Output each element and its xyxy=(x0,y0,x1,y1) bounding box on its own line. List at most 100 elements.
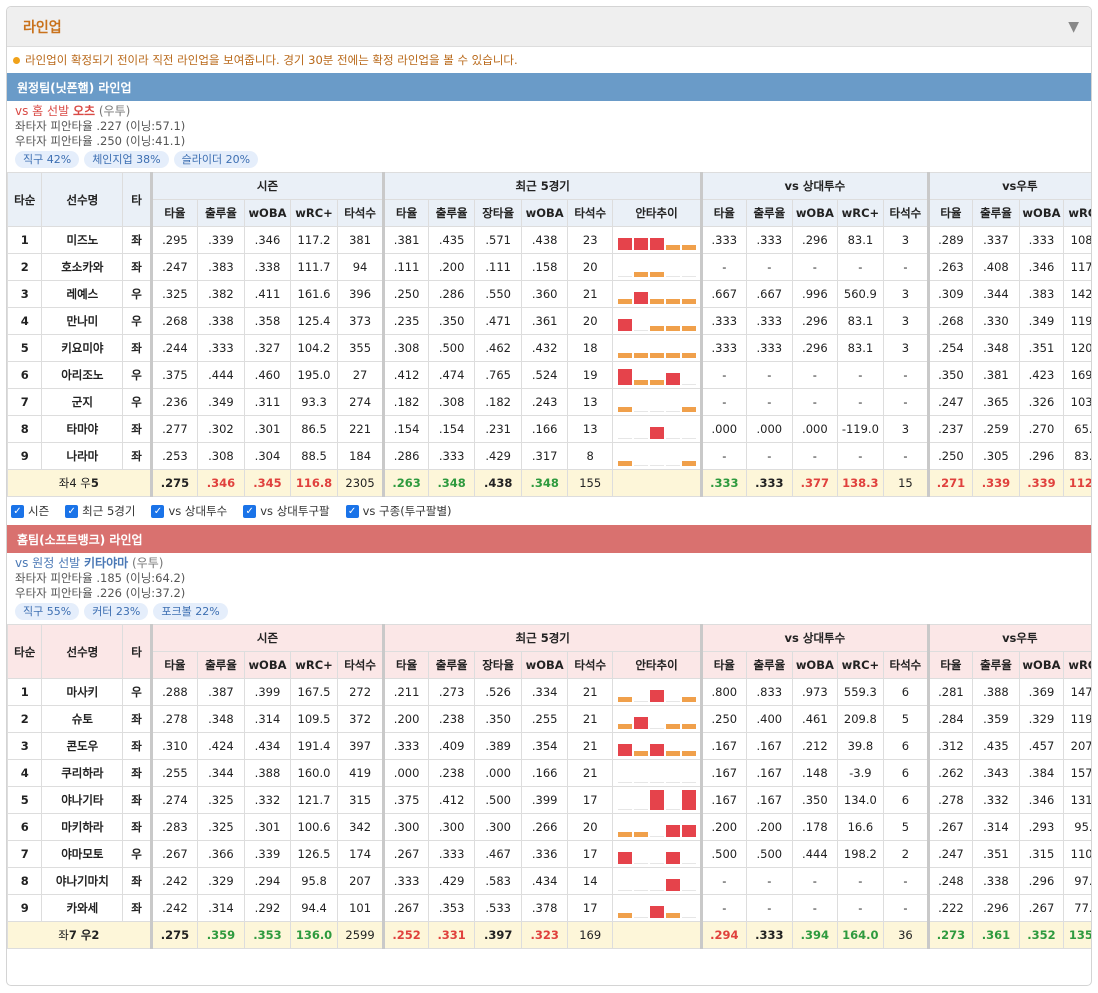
trend-bar xyxy=(617,461,632,466)
vs-hand-stat: .330 xyxy=(972,307,1020,335)
player-name[interactable]: 야마모토 xyxy=(41,840,124,868)
recent-stat: .182 xyxy=(382,388,429,416)
vs-hand-stat: .296 xyxy=(972,894,1020,922)
group-header: 시즌 xyxy=(149,172,385,200)
vs-pitcher-stat: .333 xyxy=(700,334,747,362)
checked-icon[interactable]: ✓ xyxy=(243,504,257,518)
lineup-header[interactable]: 라인업 ▼ xyxy=(7,7,1091,47)
player-name[interactable]: 슈토 xyxy=(41,705,124,733)
checked-icon[interactable]: ✓ xyxy=(151,504,165,518)
trend-bar xyxy=(681,724,696,729)
checked-icon[interactable]: ✓ xyxy=(345,504,359,518)
player-name[interactable]: 아리조노 xyxy=(41,361,124,389)
season-stat: .434 xyxy=(243,732,292,760)
total-stat: .438 xyxy=(474,469,522,497)
vs-hand-stat: .278 xyxy=(926,786,974,814)
recent-stat: 8 xyxy=(567,442,613,470)
filter-checkbox[interactable]: ✓ vs 구종(투구팔별) xyxy=(345,503,452,519)
bat-hand: 우 xyxy=(122,840,152,868)
filter-checkbox[interactable]: ✓ 최근 5경기 xyxy=(65,503,135,519)
player-name[interactable]: 마사키 xyxy=(41,678,124,706)
vs-hand-stat: .384 xyxy=(1018,759,1065,787)
vs-hand-stat: .381 xyxy=(972,361,1020,389)
starter-name[interactable]: 키타야마 xyxy=(84,556,128,570)
season-stat: .267 xyxy=(149,840,199,868)
season-stat: .278 xyxy=(149,705,199,733)
recent-stat: .158 xyxy=(520,253,569,281)
recent-stat: .235 xyxy=(382,307,429,335)
player-name[interactable]: 만나미 xyxy=(41,307,124,335)
bat-hand: 좌 xyxy=(122,813,152,841)
vs-hand-stat: .284 xyxy=(926,705,974,733)
vs-pitcher-stat: 5 xyxy=(883,705,929,733)
vs-pitcher-stat: .800 xyxy=(700,678,747,706)
season-stat: .358 xyxy=(243,307,292,335)
player-name[interactable]: 콘도우 xyxy=(41,732,124,760)
filter-checkbox[interactable]: ✓ 시즌 xyxy=(11,503,49,519)
col-header: 선수명 xyxy=(41,172,124,227)
player-name[interactable]: 야나기타 xyxy=(41,786,124,814)
season-stat: .411 xyxy=(243,280,292,308)
trend-bar xyxy=(617,809,632,810)
season-stat: .255 xyxy=(149,759,199,787)
collapse-triangle-icon[interactable]: ▼ xyxy=(1068,19,1079,35)
player-name[interactable]: 미즈노 xyxy=(41,226,124,254)
vs-pitcher-stat: - xyxy=(792,388,838,416)
recent-stat: .354 xyxy=(520,732,569,760)
player-name[interactable]: 키요미야 xyxy=(41,334,124,362)
season-stat: .295 xyxy=(149,226,199,254)
total-stat: .394 xyxy=(792,921,838,949)
trend-bar xyxy=(633,292,648,304)
table-row: 9 나라마 좌 .253.308.304 88.5 184.286.333.429.317… xyxy=(7,442,1091,470)
player-name[interactable]: 야나기마치 xyxy=(41,867,124,895)
player-name[interactable]: 카와세 xyxy=(41,894,124,922)
recent-stat: .243 xyxy=(520,388,569,416)
recent-stat: .267 xyxy=(382,840,429,868)
starter-name[interactable]: 오츠 xyxy=(73,104,95,118)
trend-bar xyxy=(681,276,696,277)
vs-pitcher-stat: 559.3 xyxy=(836,678,885,706)
trend-bar xyxy=(633,238,648,250)
vs-pitcher-stat: 6 xyxy=(883,678,929,706)
season-stat: 381 xyxy=(336,226,385,254)
player-name[interactable]: 레예스 xyxy=(41,280,124,308)
vs-pitcher-stat: - xyxy=(883,894,929,922)
recent-stat: .266 xyxy=(520,813,569,841)
vs-pitcher-stat: .167 xyxy=(700,759,747,787)
total-stat: .359 xyxy=(197,921,245,949)
recent-stat: .467 xyxy=(474,840,522,868)
checked-icon[interactable]: ✓ xyxy=(65,504,79,518)
sub-header: 타율 xyxy=(700,199,747,227)
season-stat: .244 xyxy=(149,334,199,362)
trend-empty xyxy=(611,469,703,497)
vs-pitcher-stat: .200 xyxy=(745,813,794,841)
vs-hand-stat: .267 xyxy=(1018,894,1065,922)
sub-header: wOBA xyxy=(520,199,569,227)
sub-header: 출루율 xyxy=(745,199,794,227)
vs-hand-stat: .457 xyxy=(1018,732,1065,760)
filter-checkbox[interactable]: ✓ vs 상대투구팔 xyxy=(243,503,330,519)
player-name[interactable]: 나라마 xyxy=(41,442,124,470)
recent-stat: 23 xyxy=(567,226,613,254)
filter-checkbox[interactable]: ✓ vs 상대투수 xyxy=(151,503,227,519)
vs-hand-stat: .281 xyxy=(926,678,974,706)
vs-pitcher-stat: 5 xyxy=(883,813,929,841)
trend-bar xyxy=(617,353,632,358)
season-stat: .302 xyxy=(197,415,245,443)
checked-icon[interactable]: ✓ xyxy=(11,504,24,518)
season-stat: .338 xyxy=(197,307,245,335)
player-name[interactable]: 호소카와 xyxy=(41,253,124,281)
recent-stat: .000 xyxy=(474,759,522,787)
recent-stat: 19 xyxy=(567,361,613,389)
total-stat: .273 xyxy=(926,921,974,949)
player-name[interactable]: 군지 xyxy=(41,388,124,416)
season-stat: .253 xyxy=(149,442,199,470)
table-row: 3 레예스 우 .325.382.411 161.6 396.250.286.550.36… xyxy=(7,280,1091,308)
trend-bar xyxy=(665,373,680,385)
total-stat: 2599 xyxy=(336,921,385,949)
trend-bar xyxy=(649,299,664,304)
player-name[interactable]: 타마야 xyxy=(41,415,124,443)
player-name[interactable]: 쿠리하라 xyxy=(41,759,124,787)
player-name[interactable]: 마키하라 xyxy=(41,813,124,841)
trend-bar xyxy=(617,913,632,918)
